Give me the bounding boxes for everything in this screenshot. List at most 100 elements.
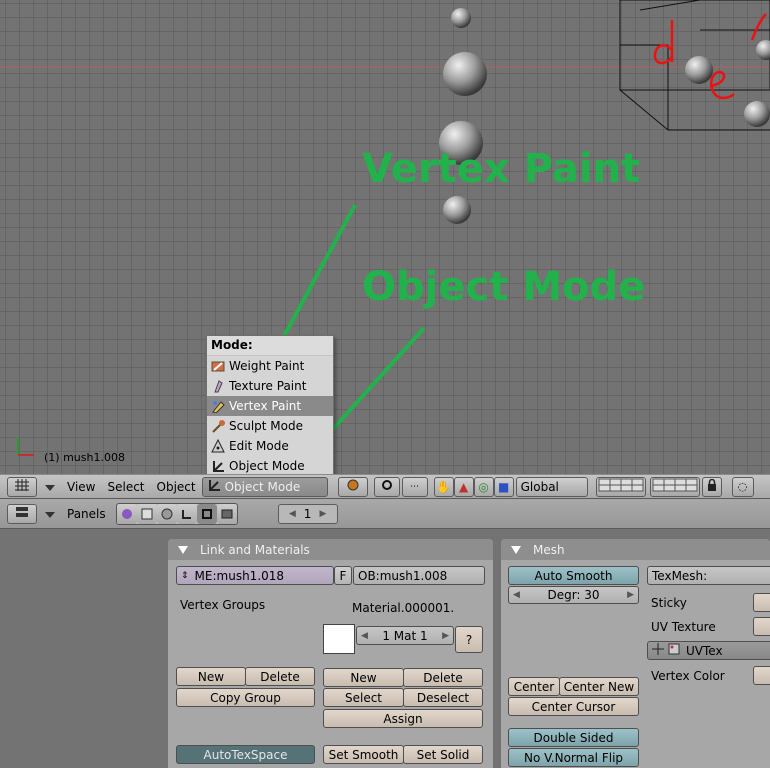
menu-item-edit-mode[interactable]: Edit Mode <box>207 436 333 456</box>
mode-selector[interactable]: Object Mode <box>201 476 328 497</box>
decrement-arrow-icon[interactable]: ◀ <box>361 631 368 641</box>
menu-view[interactable]: View <box>67 480 95 494</box>
menu-item-object-mode[interactable]: Object Mode <box>207 456 333 476</box>
scale-manipulator-button[interactable]: ■ <box>493 476 514 497</box>
panel-header[interactable]: Link and Materials <box>168 539 493 560</box>
menu-item-vertex-paint[interactable]: Vertex Paint <box>207 396 333 416</box>
vertex-group-delete-button[interactable]: Delete <box>245 667 315 686</box>
render-preview-button[interactable]: ◌ <box>731 476 754 497</box>
collapse-triangle-icon[interactable] <box>178 545 188 554</box>
vertex-color-new-button[interactable] <box>753 666 770 685</box>
autotexspace-toggle[interactable]: AutoTexSpace <box>176 745 315 764</box>
object-name-field[interactable]: OB:mush1.008 <box>353 566 485 585</box>
logic-context-icon[interactable] <box>116 503 137 524</box>
material-deselect-button[interactable]: Deselect <box>403 688 483 707</box>
material-new-button[interactable]: New <box>323 668 404 687</box>
editor-type-button-2[interactable] <box>7 503 37 524</box>
menu-item-texture-paint[interactable]: Texture Paint <box>207 376 333 396</box>
center-cursor-button[interactable]: Center Cursor <box>508 697 639 716</box>
shading-context-icon[interactable] <box>156 503 177 524</box>
editing-context-icon[interactable] <box>196 503 217 524</box>
mesh-datablock-field[interactable]: ⇕ ME:mush1.018 <box>176 566 334 585</box>
3d-viewport[interactable]: Vertex Paint Object Mode (1) mush1.008 <box>0 0 770 474</box>
menu-item-weight-paint[interactable]: Weight Paint <box>207 356 333 376</box>
menu-item-label: Edit Mode <box>229 439 289 453</box>
manipulator-toggle[interactable]: ✋ <box>433 476 454 497</box>
header-collapse-icon[interactable] <box>45 507 55 521</box>
increment-arrow-icon[interactable]: ▶ <box>442 631 449 641</box>
editor-type-button[interactable] <box>7 476 37 497</box>
layer-buttons[interactable] <box>595 476 646 497</box>
draw-type-button[interactable] <box>337 476 368 497</box>
sticky-make-button[interactable] <box>753 593 770 612</box>
move-icon <box>652 643 664 658</box>
mesh-name: ME:mush1.018 <box>194 568 285 583</box>
menu-item-label: Sculpt Mode <box>229 419 303 433</box>
material-help-button[interactable]: ? <box>455 626 483 653</box>
menu-select[interactable]: Select <box>107 480 144 494</box>
panels-menu[interactable]: Panels <box>67 507 106 521</box>
center-button[interactable]: Center <box>508 677 560 696</box>
decrement-arrow-icon[interactable]: ◀ <box>513 590 520 600</box>
object-context-icon[interactable] <box>176 503 197 524</box>
increment-arrow-icon[interactable]: ▶ <box>627 590 634 600</box>
decrement-arrow-icon[interactable]: ◀ <box>289 509 296 519</box>
set-solid-button[interactable]: Set Solid <box>403 745 483 764</box>
collapse-triangle-icon[interactable] <box>511 545 521 554</box>
frame-number-field[interactable]: ◀ 1 ▶ <box>277 503 338 524</box>
pivot-dots-icon: ⋯ <box>410 481 420 492</box>
panel-title: Link and Materials <box>200 542 310 557</box>
sphere-object <box>443 196 471 224</box>
uv-texture-label: UV Texture <box>651 620 716 634</box>
no-vnormal-flip-toggle[interactable]: No V.Normal Flip <box>508 748 639 767</box>
pivot-options-button[interactable]: ⋯ <box>401 476 428 497</box>
material-delete-button[interactable]: Delete <box>403 668 483 687</box>
uvtex-name: UVTex <box>686 643 723 658</box>
axes-gizmo <box>17 437 34 456</box>
grid-icon <box>14 478 30 495</box>
set-smooth-button[interactable]: Set Smooth <box>323 745 404 764</box>
auto-smooth-toggle[interactable]: Auto Smooth <box>508 566 639 585</box>
orientation-select[interactable]: Global <box>515 476 588 497</box>
script-context-icon[interactable] <box>136 503 157 524</box>
texmesh-field[interactable]: TexMesh: <box>647 566 770 585</box>
material-color-swatch[interactable] <box>323 624 355 654</box>
sphere-object <box>443 52 487 96</box>
sphere-object <box>756 40 770 60</box>
vertex-group-new-button[interactable]: New <box>176 667 246 686</box>
lock-layers-button[interactable] <box>701 476 722 497</box>
pivot-button[interactable] <box>373 476 400 497</box>
copy-group-button[interactable]: Copy Group <box>176 688 315 707</box>
fake-user-button[interactable]: F <box>334 566 352 585</box>
rotate-manipulator-button[interactable]: ◎ <box>473 476 494 497</box>
sphere-object <box>451 8 471 28</box>
degree-value: Degr: 30 <box>547 588 600 602</box>
smooth-degree-field[interactable]: ◀ Degr: 30 ▶ <box>508 586 639 604</box>
sphere-object <box>744 101 770 127</box>
increment-arrow-icon[interactable]: ▶ <box>319 509 326 519</box>
double-sided-toggle[interactable]: Double Sided <box>508 728 639 747</box>
header-collapse-icon[interactable] <box>45 480 55 494</box>
render-icon: ◌ <box>737 480 748 493</box>
texture-paint-icon <box>210 378 226 394</box>
object-mode-icon <box>210 458 226 474</box>
center-new-button[interactable]: Center New <box>559 677 639 696</box>
material-select-button[interactable]: Select <box>323 688 404 707</box>
uv-texture-new-button[interactable] <box>753 617 770 636</box>
panel-header[interactable]: Mesh <box>501 539 770 560</box>
object-mode-icon <box>207 478 221 495</box>
vertex-paint-icon <box>210 398 226 414</box>
uvtex-layer-field[interactable]: UVTex <box>647 641 770 660</box>
translate-manipulator-button[interactable]: ▲ <box>453 476 474 497</box>
active-object-label: (1) mush1.008 <box>44 451 125 464</box>
3d-view-header: View Select Object Object Mode ⋯ ✋ ▲ ◎ ■… <box>0 474 770 499</box>
scene-context-icon[interactable] <box>216 503 237 524</box>
material-assign-button[interactable]: Assign <box>323 709 483 728</box>
menu-object[interactable]: Object <box>157 480 196 494</box>
menu-item-sculpt-mode[interactable]: Sculpt Mode <box>207 416 333 436</box>
browse-updown-icon[interactable]: ⇕ <box>181 571 189 581</box>
layer-buttons-2[interactable] <box>649 476 700 497</box>
buttons-window-icon <box>15 505 29 522</box>
material-index-selector[interactable]: ◀ 1 Mat 1 ▶ <box>356 626 454 645</box>
mode-dropdown-menu[interactable]: Mode: Weight Paint Texture Paint Vertex … <box>206 335 334 497</box>
